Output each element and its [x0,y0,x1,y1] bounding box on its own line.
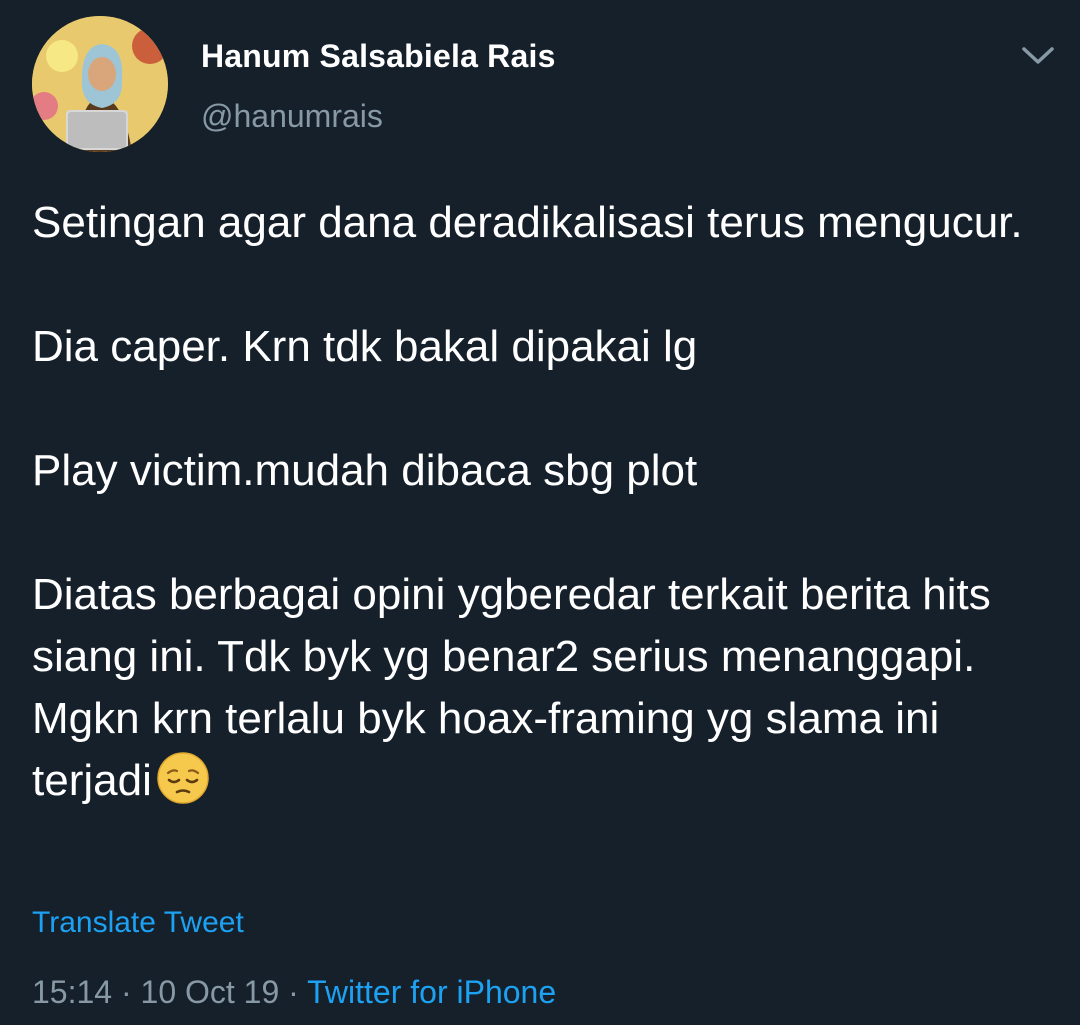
meta-separator: · [112,974,141,1010]
author-handle[interactable]: @hanumrais [201,98,383,135]
pensive-face-emoji [156,751,210,805]
meta-separator: · [279,974,308,1010]
tweet-date: 10 Oct 19 [140,974,280,1010]
tweet-meta: 15:14 · 10 Oct 19 · Twitter for iPhone [32,974,556,1011]
tweet-paragraph: Setingan agar dana deradikalisasi terus … [32,198,1023,247]
tweet-source-link[interactable]: Twitter for iPhone [307,974,556,1010]
tweet-paragraph-last: Diatas berbagai opini ygberedar terkait … [32,564,1042,812]
avatar[interactable] [32,16,168,152]
tweet-paragraph: Play victim.mudah dibaca sbg plot [32,446,698,495]
avatar-image [32,16,168,152]
chevron-down-icon[interactable] [1018,40,1058,72]
tweet-paragraph: Dia caper. Krn tdk bakal dipakai lg [32,322,698,371]
tweet-card: Hanum Salsabiela Rais @hanumrais Setinga… [0,0,1080,1025]
author-name[interactable]: Hanum Salsabiela Rais [201,38,556,75]
translate-tweet-link[interactable]: Translate Tweet [32,906,244,940]
tweet-text: Setingan agar dana deradikalisasi terus … [32,192,1042,812]
tweet-time: 15:14 [32,974,113,1010]
